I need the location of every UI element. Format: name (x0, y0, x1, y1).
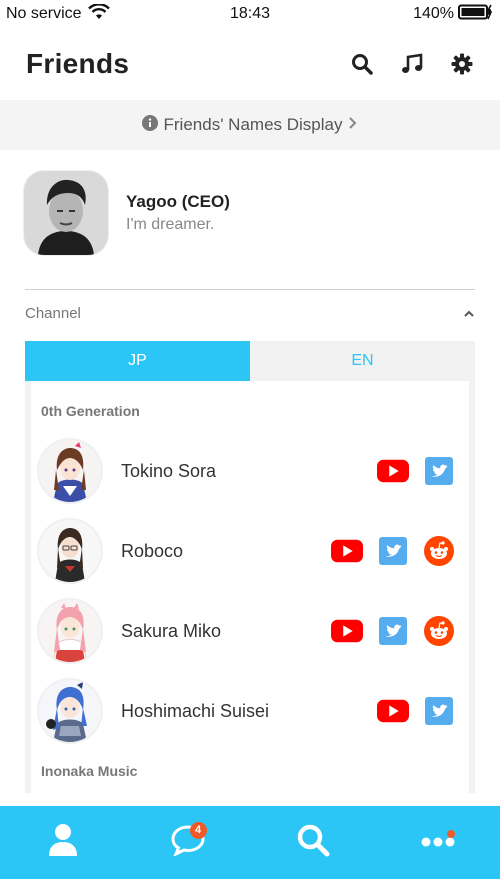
social-links (331, 536, 455, 566)
twitter-icon[interactable] (423, 697, 455, 725)
twitter-icon[interactable] (377, 537, 409, 565)
member-row-roboco[interactable]: Roboco (31, 511, 469, 591)
youtube-icon[interactable] (331, 537, 363, 565)
member-row-tokino-sora[interactable]: Tokino Sora (31, 431, 469, 511)
carrier-label: No service (6, 5, 82, 22)
profile-name: Yagoo (CEO) (126, 192, 230, 211)
profile-status-message: I'm dreamer. (126, 216, 215, 233)
nav-search[interactable] (283, 818, 343, 868)
divider (25, 289, 475, 290)
channel-list: 0th Generation Tokino Sora Roboco Sakura… (31, 381, 469, 793)
notification-dot (446, 829, 455, 838)
header-actions (350, 52, 474, 76)
unread-badge: 4 (189, 821, 207, 839)
channel-list-panel: 0th Generation Tokino Sora Roboco Sakura… (25, 381, 475, 793)
info-icon (141, 114, 158, 136)
channel-label: Channel (25, 304, 81, 322)
chevron-up-icon (463, 305, 475, 322)
nav-more[interactable] (408, 818, 468, 868)
search-icon[interactable] (350, 52, 374, 76)
group-label: Inonaka Music (41, 763, 138, 779)
social-links (377, 697, 455, 725)
member-name: Tokino Sora (121, 460, 217, 481)
status-left: No service (6, 2, 110, 25)
region-tabs: JP EN (25, 341, 475, 381)
names-display-label: Friends' Names Display (163, 115, 343, 134)
bottom-nav: 4 (0, 806, 500, 879)
app-header: Friends (0, 28, 500, 100)
page-title: Friends (26, 48, 130, 79)
chevron-right-icon (348, 115, 358, 135)
youtube-icon[interactable] (331, 617, 363, 645)
member-name: Hoshimachi Suisei (121, 700, 270, 721)
channel-section-toggle[interactable]: Channel (25, 298, 475, 328)
member-avatar (39, 440, 101, 502)
tab-en[interactable]: EN (250, 341, 475, 381)
member-row-hoshimachi-suisei[interactable]: Hoshimachi Suisei (31, 671, 469, 751)
youtube-icon[interactable] (377, 697, 409, 725)
profile-avatar (24, 171, 108, 255)
reddit-icon[interactable] (423, 616, 455, 646)
wifi-icon (87, 2, 110, 25)
status-right: 140% (413, 4, 494, 25)
member-avatar (39, 520, 101, 582)
member-name: Sakura Miko (121, 620, 222, 641)
my-profile[interactable]: Yagoo (CEO) I'm dreamer. (24, 170, 476, 256)
music-note-icon[interactable] (400, 52, 424, 76)
battery-label: 140% (413, 5, 454, 22)
nav-friends[interactable] (33, 818, 93, 868)
tab-jp[interactable]: JP (25, 341, 250, 381)
profile-text: Yagoo (CEO) I'm dreamer. (126, 192, 230, 234)
social-links (331, 616, 455, 646)
friends-names-display-button[interactable]: Friends' Names Display (0, 100, 500, 150)
member-name: Roboco (121, 540, 184, 561)
group-label: 0th Generation (41, 403, 140, 419)
member-avatar (39, 600, 101, 662)
member-avatar (39, 680, 101, 742)
twitter-icon[interactable] (423, 457, 455, 485)
nav-chats[interactable]: 4 (158, 818, 218, 868)
member-row-sakura-miko[interactable]: Sakura Miko (31, 591, 469, 671)
person-icon (47, 823, 79, 862)
twitter-icon[interactable] (377, 617, 409, 645)
search-icon (296, 823, 330, 862)
status-bar: No service 18:43 140% (0, 0, 500, 28)
youtube-icon[interactable] (377, 457, 409, 485)
settings-gear-icon[interactable] (450, 52, 474, 76)
battery-charging-icon (458, 4, 494, 25)
reddit-icon[interactable] (423, 536, 455, 566)
social-links (377, 457, 455, 485)
